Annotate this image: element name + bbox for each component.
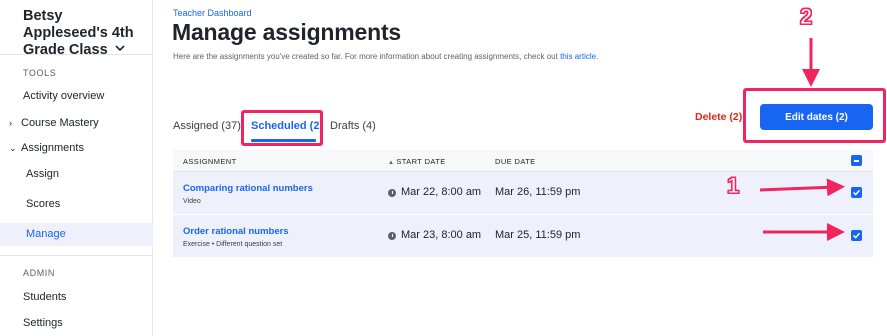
assignment-type: Video — [183, 198, 201, 205]
sort-up-icon: ▲ — [388, 160, 395, 166]
sidebar-item-students[interactable]: Students — [23, 291, 66, 303]
article-link[interactable]: this article — [560, 52, 596, 61]
assignments-table: ASSIGNMENT ▲ START DATE DUE DATE Comparin… — [173, 150, 873, 258]
row-checkbox[interactable] — [851, 187, 862, 198]
chevron-down-icon — [115, 45, 125, 52]
row-checkbox[interactable] — [851, 230, 862, 241]
sidebar-item-label: Activity overview — [23, 90, 105, 102]
due-date: Mar 25, 11:59 pm — [495, 229, 581, 241]
sidebar-item-label: Students — [23, 291, 67, 303]
highlight-box-scheduled-tab — [241, 110, 323, 146]
table-header: ASSIGNMENT ▲ START DATE DUE DATE — [173, 150, 873, 172]
sidebar-item-assign[interactable]: Assign — [26, 168, 59, 180]
step-2-label: 2 — [799, 4, 813, 30]
column-header-label: START DATE — [396, 157, 446, 166]
assignment-link[interactable]: Comparing rational numbers — [183, 183, 313, 194]
start-date: Mar 22, 8:00 am — [401, 186, 482, 198]
highlight-box-edit-dates — [743, 88, 886, 143]
sidebar-item-label: Assignments — [21, 142, 84, 154]
divider — [0, 255, 153, 256]
divider — [0, 54, 153, 55]
sidebar-item-scores[interactable]: Scores — [26, 198, 60, 210]
sidebar-item-assignments[interactable]: ⌄ Assignments — [9, 142, 84, 154]
tab-drafts[interactable]: Drafts (4) — [330, 120, 376, 132]
select-all-checkbox[interactable] — [851, 155, 862, 166]
tools-heading: TOOLS — [23, 68, 57, 78]
check-icon — [852, 232, 861, 239]
step-1-label: 1 — [726, 173, 740, 199]
sidebar-item-label: Assign — [26, 168, 60, 180]
subtitle-end: . — [596, 52, 599, 61]
chevron-down-icon: ⌄ — [9, 143, 17, 153]
tab-assigned[interactable]: Assigned (37) — [173, 120, 241, 132]
table-row: Comparing rational numbers Video Mar 22,… — [173, 172, 873, 215]
breadcrumb[interactable]: Teacher Dashboard — [173, 8, 252, 18]
start-date: Mar 23, 8:00 am — [401, 229, 482, 241]
clock-icon — [388, 189, 396, 197]
page-title: Manage assignments — [172, 19, 402, 45]
sidebar-active-indicator — [0, 223, 153, 246]
assignment-link[interactable]: Order rational numbers — [183, 226, 289, 237]
sidebar-item-course-mastery[interactable]: › Course Mastery — [9, 117, 99, 129]
table-row: Order rational numbers Exercise • Differ… — [173, 215, 873, 258]
page-subtitle: Here are the assignments you've created … — [173, 52, 598, 61]
sidebar-item-settings[interactable]: Settings — [23, 317, 63, 329]
column-header-due-date[interactable]: DUE DATE — [495, 157, 536, 166]
assignment-type: Exercise • Different question set — [183, 241, 283, 248]
sidebar-item-label: Course Mastery — [21, 117, 99, 129]
delete-button[interactable]: Delete (2) — [695, 111, 742, 123]
column-header-assignment[interactable]: ASSIGNMENT — [183, 157, 237, 166]
subtitle-text: Here are the assignments you've created … — [173, 52, 561, 61]
sidebar-item-manage[interactable]: Manage — [26, 228, 66, 240]
clock-icon — [388, 232, 396, 240]
sidebar-item-activity-overview[interactable]: Activity overview — [23, 90, 104, 102]
class-selector[interactable]: Betsy Appleseed's 4th Grade Class — [23, 8, 148, 59]
admin-heading: ADMIN — [23, 268, 55, 278]
column-header-start-date[interactable]: ▲ START DATE — [388, 157, 446, 166]
chevron-right-icon: › — [9, 118, 12, 128]
due-date: Mar 26, 11:59 pm — [495, 186, 581, 198]
sidebar: Betsy Appleseed's 4th Grade Class TOOLS … — [0, 0, 153, 336]
sidebar-item-label: Manage — [26, 228, 66, 240]
check-icon — [852, 189, 861, 196]
sidebar-item-label: Settings — [23, 317, 63, 329]
sidebar-item-label: Scores — [26, 198, 61, 210]
